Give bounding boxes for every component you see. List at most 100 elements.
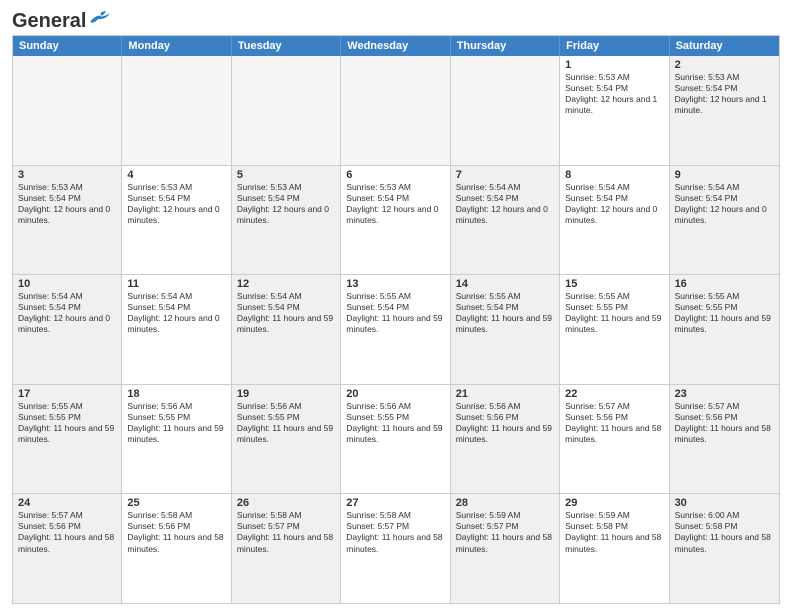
day-number: 8 xyxy=(565,169,663,181)
day-info: Sunrise: 5:55 AMSunset: 5:54 PMDaylight:… xyxy=(456,291,554,335)
cal-cell-7: 7Sunrise: 5:54 AMSunset: 5:54 PMDaylight… xyxy=(451,166,560,275)
cal-cell-1: 1Sunrise: 5:53 AMSunset: 5:54 PMDaylight… xyxy=(560,56,669,165)
day-info: Sunrise: 5:54 AMSunset: 5:54 PMDaylight:… xyxy=(675,182,774,226)
cal-cell-3: 3Sunrise: 5:53 AMSunset: 5:54 PMDaylight… xyxy=(13,166,122,275)
day-info: Sunrise: 5:54 AMSunset: 5:54 PMDaylight:… xyxy=(456,182,554,226)
day-info: Sunrise: 5:57 AMSunset: 5:56 PMDaylight:… xyxy=(565,401,663,445)
day-number: 2 xyxy=(675,59,774,71)
cal-cell-20: 20Sunrise: 5:56 AMSunset: 5:55 PMDayligh… xyxy=(341,385,450,494)
day-info: Sunrise: 5:55 AMSunset: 5:55 PMDaylight:… xyxy=(18,401,116,445)
cal-cell-23: 23Sunrise: 5:57 AMSunset: 5:56 PMDayligh… xyxy=(670,385,779,494)
day-info: Sunrise: 5:53 AMSunset: 5:54 PMDaylight:… xyxy=(346,182,444,226)
day-number: 12 xyxy=(237,278,335,290)
cal-week-4: 17Sunrise: 5:55 AMSunset: 5:55 PMDayligh… xyxy=(13,384,779,494)
day-number: 6 xyxy=(346,169,444,181)
day-number: 21 xyxy=(456,388,554,400)
day-info: Sunrise: 5:54 AMSunset: 5:54 PMDaylight:… xyxy=(18,291,116,335)
cal-cell-30: 30Sunrise: 6:00 AMSunset: 5:58 PMDayligh… xyxy=(670,494,779,603)
cal-week-5: 24Sunrise: 5:57 AMSunset: 5:56 PMDayligh… xyxy=(13,493,779,603)
day-info: Sunrise: 5:56 AMSunset: 5:55 PMDaylight:… xyxy=(346,401,444,445)
cal-cell-25: 25Sunrise: 5:58 AMSunset: 5:56 PMDayligh… xyxy=(122,494,231,603)
day-number: 22 xyxy=(565,388,663,400)
cal-header-thursday: Thursday xyxy=(451,36,560,56)
day-info: Sunrise: 5:54 AMSunset: 5:54 PMDaylight:… xyxy=(127,291,225,335)
day-number: 24 xyxy=(18,497,116,509)
calendar-header: SundayMondayTuesdayWednesdayThursdayFrid… xyxy=(13,36,779,56)
day-info: Sunrise: 5:55 AMSunset: 5:54 PMDaylight:… xyxy=(346,291,444,335)
day-info: Sunrise: 5:54 AMSunset: 5:54 PMDaylight:… xyxy=(237,291,335,335)
cal-cell-11: 11Sunrise: 5:54 AMSunset: 5:54 PMDayligh… xyxy=(122,275,231,384)
day-number: 26 xyxy=(237,497,335,509)
day-info: Sunrise: 5:54 AMSunset: 5:54 PMDaylight:… xyxy=(565,182,663,226)
cal-week-2: 3Sunrise: 5:53 AMSunset: 5:54 PMDaylight… xyxy=(13,165,779,275)
cal-header-tuesday: Tuesday xyxy=(232,36,341,56)
day-number: 18 xyxy=(127,388,225,400)
day-number: 25 xyxy=(127,497,225,509)
day-number: 13 xyxy=(346,278,444,290)
cal-cell-24: 24Sunrise: 5:57 AMSunset: 5:56 PMDayligh… xyxy=(13,494,122,603)
cal-week-1: 1Sunrise: 5:53 AMSunset: 5:54 PMDaylight… xyxy=(13,56,779,165)
cal-cell-16: 16Sunrise: 5:55 AMSunset: 5:55 PMDayligh… xyxy=(670,275,779,384)
day-info: Sunrise: 5:58 AMSunset: 5:56 PMDaylight:… xyxy=(127,510,225,554)
day-number: 20 xyxy=(346,388,444,400)
cal-cell-28: 28Sunrise: 5:59 AMSunset: 5:57 PMDayligh… xyxy=(451,494,560,603)
logo-bird-icon xyxy=(88,10,110,26)
day-info: Sunrise: 5:53 AMSunset: 5:54 PMDaylight:… xyxy=(237,182,335,226)
cal-cell-6: 6Sunrise: 5:53 AMSunset: 5:54 PMDaylight… xyxy=(341,166,450,275)
day-number: 10 xyxy=(18,278,116,290)
cal-cell-10: 10Sunrise: 5:54 AMSunset: 5:54 PMDayligh… xyxy=(13,275,122,384)
calendar: SundayMondayTuesdayWednesdayThursdayFrid… xyxy=(12,35,780,604)
day-info: Sunrise: 5:53 AMSunset: 5:54 PMDaylight:… xyxy=(127,182,225,226)
cal-header-friday: Friday xyxy=(560,36,669,56)
cal-cell-9: 9Sunrise: 5:54 AMSunset: 5:54 PMDaylight… xyxy=(670,166,779,275)
day-number: 15 xyxy=(565,278,663,290)
day-info: Sunrise: 5:53 AMSunset: 5:54 PMDaylight:… xyxy=(675,72,774,116)
day-info: Sunrise: 5:53 AMSunset: 5:54 PMDaylight:… xyxy=(565,72,663,116)
cal-cell-empty-3 xyxy=(341,56,450,165)
logo: General xyxy=(12,10,110,29)
day-number: 16 xyxy=(675,278,774,290)
cal-cell-26: 26Sunrise: 5:58 AMSunset: 5:57 PMDayligh… xyxy=(232,494,341,603)
day-info: Sunrise: 5:56 AMSunset: 5:55 PMDaylight:… xyxy=(237,401,335,445)
day-info: Sunrise: 5:58 AMSunset: 5:57 PMDaylight:… xyxy=(237,510,335,554)
cal-cell-empty-0 xyxy=(13,56,122,165)
day-number: 3 xyxy=(18,169,116,181)
cal-cell-empty-1 xyxy=(122,56,231,165)
page: General SundayMondayTuesdayWednesdayThur… xyxy=(0,0,792,612)
day-info: Sunrise: 5:59 AMSunset: 5:58 PMDaylight:… xyxy=(565,510,663,554)
cal-cell-29: 29Sunrise: 5:59 AMSunset: 5:58 PMDayligh… xyxy=(560,494,669,603)
day-info: Sunrise: 5:55 AMSunset: 5:55 PMDaylight:… xyxy=(565,291,663,335)
cal-cell-12: 12Sunrise: 5:54 AMSunset: 5:54 PMDayligh… xyxy=(232,275,341,384)
day-info: Sunrise: 5:53 AMSunset: 5:54 PMDaylight:… xyxy=(18,182,116,226)
cal-cell-27: 27Sunrise: 5:58 AMSunset: 5:57 PMDayligh… xyxy=(341,494,450,603)
day-number: 19 xyxy=(237,388,335,400)
day-number: 5 xyxy=(237,169,335,181)
cal-cell-empty-2 xyxy=(232,56,341,165)
day-number: 23 xyxy=(675,388,774,400)
day-info: Sunrise: 5:58 AMSunset: 5:57 PMDaylight:… xyxy=(346,510,444,554)
cal-header-saturday: Saturday xyxy=(670,36,779,56)
cal-cell-2: 2Sunrise: 5:53 AMSunset: 5:54 PMDaylight… xyxy=(670,56,779,165)
cal-cell-17: 17Sunrise: 5:55 AMSunset: 5:55 PMDayligh… xyxy=(13,385,122,494)
cal-cell-14: 14Sunrise: 5:55 AMSunset: 5:54 PMDayligh… xyxy=(451,275,560,384)
cal-cell-5: 5Sunrise: 5:53 AMSunset: 5:54 PMDaylight… xyxy=(232,166,341,275)
day-number: 28 xyxy=(456,497,554,509)
day-number: 11 xyxy=(127,278,225,290)
day-number: 14 xyxy=(456,278,554,290)
day-info: Sunrise: 6:00 AMSunset: 5:58 PMDaylight:… xyxy=(675,510,774,554)
cal-cell-4: 4Sunrise: 5:53 AMSunset: 5:54 PMDaylight… xyxy=(122,166,231,275)
day-info: Sunrise: 5:57 AMSunset: 5:56 PMDaylight:… xyxy=(675,401,774,445)
cal-cell-21: 21Sunrise: 5:56 AMSunset: 5:56 PMDayligh… xyxy=(451,385,560,494)
day-info: Sunrise: 5:57 AMSunset: 5:56 PMDaylight:… xyxy=(18,510,116,554)
day-info: Sunrise: 5:56 AMSunset: 5:55 PMDaylight:… xyxy=(127,401,225,445)
day-number: 9 xyxy=(675,169,774,181)
cal-header-wednesday: Wednesday xyxy=(341,36,450,56)
day-number: 27 xyxy=(346,497,444,509)
day-info: Sunrise: 5:56 AMSunset: 5:56 PMDaylight:… xyxy=(456,401,554,445)
cal-cell-13: 13Sunrise: 5:55 AMSunset: 5:54 PMDayligh… xyxy=(341,275,450,384)
cal-cell-22: 22Sunrise: 5:57 AMSunset: 5:56 PMDayligh… xyxy=(560,385,669,494)
day-number: 30 xyxy=(675,497,774,509)
day-info: Sunrise: 5:55 AMSunset: 5:55 PMDaylight:… xyxy=(675,291,774,335)
cal-cell-19: 19Sunrise: 5:56 AMSunset: 5:55 PMDayligh… xyxy=(232,385,341,494)
cal-cell-empty-4 xyxy=(451,56,560,165)
